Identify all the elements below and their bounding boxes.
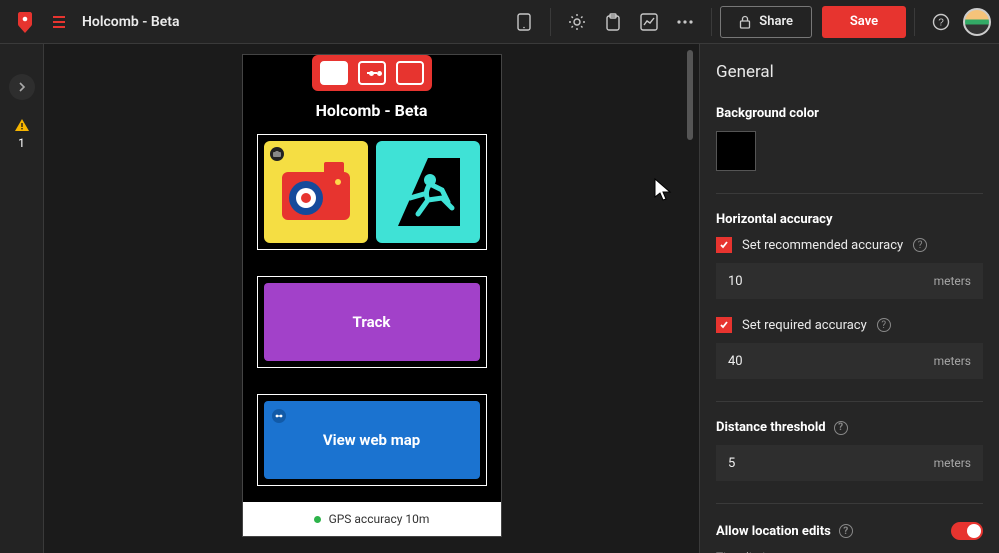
info-icon[interactable]: ? <box>877 318 891 332</box>
info-icon[interactable]: ? <box>913 238 927 252</box>
unit-label: meters <box>934 456 971 470</box>
scrollbar-thumb[interactable] <box>687 50 693 140</box>
required-value: 40 <box>728 354 743 369</box>
element-toolbar <box>312 55 432 91</box>
lock-icon <box>739 15 751 29</box>
required-accuracy-row: Set required accuracy ? <box>716 317 983 333</box>
artboard-footer[interactable]: GPS accuracy 10m <box>243 502 501 536</box>
webmap-button-container[interactable]: View web map <box>257 394 487 486</box>
climber-illustration-icon <box>388 152 468 232</box>
required-accuracy-label: Set required accuracy <box>742 318 867 333</box>
recommended-accuracy-checkbox[interactable] <box>716 237 732 253</box>
horizontal-accuracy-label: Horizontal accuracy <box>716 212 983 227</box>
gps-status: GPS accuracy 10m <box>329 512 430 526</box>
info-icon[interactable]: ? <box>834 421 848 435</box>
user-avatar[interactable] <box>963 8 991 36</box>
share-button[interactable]: Share <box>720 6 812 38</box>
background-color-swatch[interactable] <box>716 131 756 171</box>
divider <box>716 503 983 504</box>
expand-rail-button[interactable] <box>9 74 35 100</box>
recommended-accuracy-row: Set recommended accuracy ? <box>716 237 983 253</box>
background-color-label: Background color <box>716 106 983 121</box>
allow-location-edits-toggle[interactable] <box>951 522 983 540</box>
divider <box>711 8 712 36</box>
recommended-accuracy-label: Set recommended accuracy <box>742 238 903 253</box>
menu-bars-icon[interactable] <box>48 11 70 33</box>
save-label: Save <box>850 14 878 29</box>
camera-illustration-icon <box>276 158 356 226</box>
webmap-label: View web map <box>323 431 420 449</box>
distance-threshold-input[interactable]: 5 meters <box>716 445 983 481</box>
allow-location-edits-label: Allow location edits <box>716 524 831 539</box>
left-rail: 1 <box>0 44 44 553</box>
settings-gear-icon[interactable] <box>559 4 595 40</box>
distance-threshold-label: Distance threshold ? <box>716 420 983 435</box>
divider <box>914 8 915 36</box>
toolbar-button-fill[interactable] <box>320 61 348 85</box>
climber-tile[interactable] <box>376 141 480 243</box>
required-accuracy-input[interactable]: 40 meters <box>716 343 983 379</box>
more-icon[interactable] <box>667 4 703 40</box>
info-icon[interactable]: ? <box>839 524 853 538</box>
design-canvas[interactable]: Holcomb - Beta <box>44 44 699 553</box>
top-header: Holcomb - Beta Share Save ? <box>0 0 999 44</box>
phone-artboard[interactable]: Holcomb - Beta <box>242 54 502 537</box>
tile-row[interactable] <box>257 134 487 250</box>
save-button[interactable]: Save <box>822 6 906 38</box>
analytics-icon[interactable] <box>631 4 667 40</box>
distance-value: 5 <box>728 456 735 471</box>
unit-label: meters <box>934 354 971 368</box>
divider <box>716 401 983 402</box>
artboard-title[interactable]: Holcomb - Beta <box>316 101 428 120</box>
toolbar-button-link[interactable] <box>358 61 386 85</box>
recommended-value: 10 <box>728 274 743 289</box>
artboard-content: Holcomb - Beta <box>243 55 501 502</box>
svg-text:?: ? <box>938 17 944 28</box>
properties-panel: General Background color Horizontal accu… <box>699 44 999 553</box>
share-label: Share <box>759 14 793 29</box>
distance-threshold-text: Distance threshold <box>716 420 826 435</box>
device-preview-icon[interactable] <box>506 4 542 40</box>
app-logo-icon <box>14 11 36 33</box>
clipboard-icon[interactable] <box>595 4 631 40</box>
cursor-icon <box>654 178 672 202</box>
warning-icon[interactable] <box>14 118 30 132</box>
camera-icon <box>270 147 284 161</box>
toolbar-button-outline[interactable] <box>396 61 424 85</box>
warning-count: 1 <box>18 136 25 150</box>
help-icon[interactable]: ? <box>923 4 959 40</box>
status-dot-icon <box>314 516 321 523</box>
panel-title: General <box>716 62 983 82</box>
recommended-accuracy-input[interactable]: 10 meters <box>716 263 983 299</box>
project-title: Holcomb - Beta <box>82 14 179 30</box>
track-label: Track <box>353 313 391 331</box>
unit-label: meters <box>934 274 971 288</box>
track-button[interactable]: Track <box>264 283 480 361</box>
track-button-container[interactable]: Track <box>257 276 487 368</box>
required-accuracy-checkbox[interactable] <box>716 317 732 333</box>
allow-location-edits-row: Allow location edits ? <box>716 522 983 540</box>
webmap-button[interactable]: View web map <box>264 401 480 479</box>
camera-tile[interactable] <box>264 141 368 243</box>
link-icon <box>272 409 286 423</box>
divider <box>550 8 551 36</box>
divider <box>716 193 983 194</box>
